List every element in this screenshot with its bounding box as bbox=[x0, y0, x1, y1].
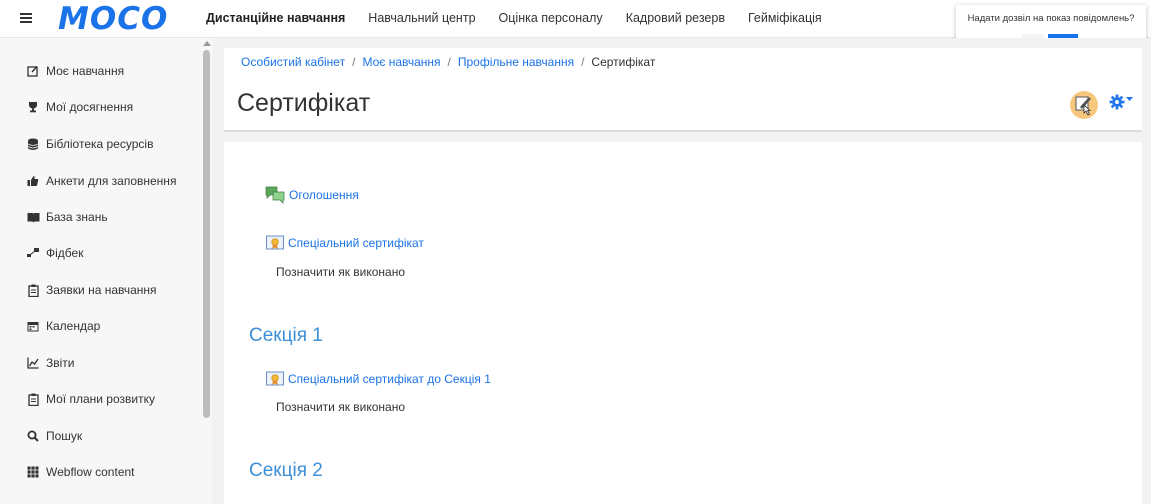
breadcrumb-separator: / bbox=[447, 55, 451, 69]
topmenu-staff-assessment[interactable]: Оцінка персоналу bbox=[499, 11, 603, 25]
sidebar-item-label: Анкети для заповнення bbox=[46, 174, 177, 188]
sidebar-item-feedback[interactable]: Фідбек bbox=[26, 246, 83, 260]
certificate-icon bbox=[266, 371, 284, 386]
sidebar-item-label: Фідбек bbox=[46, 246, 84, 260]
breadcrumb-profile-training[interactable]: Профільне навчання bbox=[458, 55, 574, 69]
caret-down-icon bbox=[1126, 96, 1133, 101]
sidebar-item-development-plans[interactable]: Мої плани розвитку bbox=[26, 392, 155, 406]
breadcrumb-my-learning[interactable]: Моє навчання bbox=[362, 55, 440, 69]
sidebar-item-label: Мої досягнення bbox=[46, 100, 134, 114]
sidebar-item-label: Звіти bbox=[46, 356, 75, 370]
thumbs-up-icon bbox=[26, 175, 40, 187]
announcements-link[interactable]: Оголошення bbox=[289, 188, 359, 202]
sidebar-item-webflow-content[interactable]: Webflow content bbox=[26, 465, 135, 479]
sidebar-item-calendar[interactable]: Календар bbox=[26, 319, 100, 333]
sidebar-item-reports[interactable]: Звіти bbox=[26, 356, 75, 370]
top-menu: Дистанційне навчання Навчальний центр Оц… bbox=[206, 11, 845, 25]
hamburger-menu-icon[interactable] bbox=[20, 13, 32, 23]
activity-special-certificate: Спеціальний сертифікат bbox=[266, 235, 424, 251]
breadcrumb-personal-cabinet[interactable]: Особистий кабінет bbox=[241, 55, 345, 69]
logo[interactable]: MOCO bbox=[58, 1, 182, 37]
pencil-icon bbox=[1075, 96, 1092, 116]
sidebar-scrollbar[interactable] bbox=[203, 50, 210, 418]
calendar-icon bbox=[26, 320, 40, 332]
breadcrumb-current: Сертифікат bbox=[591, 55, 656, 69]
sidebar: Моє навчання Мої досягнення Бібліотека р… bbox=[0, 38, 212, 504]
section-1-title[interactable]: Секція 1 bbox=[249, 325, 323, 347]
course-content: Оголошення Спеціальний сертифікат Познач… bbox=[224, 142, 1142, 504]
settings-menu-button[interactable] bbox=[1109, 94, 1133, 110]
scroll-up-arrow-icon[interactable] bbox=[203, 41, 211, 46]
sidebar-item-label: Календар bbox=[46, 319, 101, 333]
sidebar-item-label: Заявки на навчання bbox=[46, 283, 157, 297]
trophy-icon bbox=[26, 101, 40, 113]
forum-icon bbox=[265, 186, 285, 204]
page-title: Сертифікат bbox=[237, 89, 371, 117]
special-certificate-section-1-link[interactable]: Спеціальний сертифікат до Секція 1 bbox=[288, 372, 491, 386]
clipboard-icon bbox=[26, 284, 40, 297]
book-icon bbox=[26, 211, 40, 223]
sidebar-item-search[interactable]: Пошук bbox=[26, 429, 82, 443]
sidebar-item-knowledge-base[interactable]: База знань bbox=[26, 210, 108, 224]
breadcrumb-separator: / bbox=[581, 55, 585, 69]
sidebar-item-label: Webflow content bbox=[46, 465, 135, 479]
topmenu-distance-learning[interactable]: Дистанційне навчання bbox=[206, 11, 345, 25]
sidebar-item-label: База знань bbox=[46, 210, 108, 224]
sidebar-item-resource-library[interactable]: Бібліотека ресурсів bbox=[26, 137, 153, 151]
topmenu-gamification[interactable]: Гейміфікація bbox=[748, 11, 822, 25]
topmenu-talent-pool[interactable]: Кадровий резерв bbox=[626, 11, 725, 25]
certificate-icon bbox=[266, 235, 284, 250]
activity-announcements: Оголошення bbox=[265, 186, 359, 204]
sidebar-item-label: Пошук bbox=[46, 429, 83, 443]
search-icon bbox=[26, 430, 40, 442]
clipboard-icon bbox=[26, 393, 40, 406]
page-header: Особистий кабінет / Моє навчання / Профі… bbox=[224, 48, 1142, 132]
special-certificate-link[interactable]: Спеціальний сертифікат bbox=[288, 236, 424, 250]
breadcrumb-separator: / bbox=[352, 55, 356, 69]
sidebar-item-label: Бібліотека ресурсів bbox=[46, 137, 154, 151]
logo-text: MOCO bbox=[58, 1, 169, 37]
gear-icon bbox=[1109, 94, 1125, 110]
section-2-title[interactable]: Секція 2 bbox=[249, 460, 323, 482]
sidebar-item-my-learning[interactable]: Моє навчання bbox=[26, 64, 124, 78]
mark-as-done-button[interactable]: Позначити як виконано bbox=[276, 265, 405, 279]
database-icon bbox=[26, 138, 40, 150]
edit-mode-button[interactable] bbox=[1070, 91, 1098, 119]
feedback-icon bbox=[26, 247, 40, 259]
sidebar-item-label: Моє навчання bbox=[46, 64, 125, 78]
grid-icon bbox=[26, 466, 40, 478]
topmenu-training-center[interactable]: Навчальний центр bbox=[368, 11, 475, 25]
sidebar-item-achievements[interactable]: Мої досягнення bbox=[26, 100, 133, 114]
notification-question: Надати дозвіл на показ повідомлень? bbox=[967, 13, 1135, 24]
main-region: Особистий кабінет / Моє навчання / Профі… bbox=[212, 38, 1151, 504]
chart-icon bbox=[26, 357, 40, 369]
sidebar-item-label: Мої плани розвитку bbox=[46, 392, 155, 406]
activity-special-certificate-section-1: Спеціальний сертифікат до Секція 1 bbox=[266, 371, 491, 387]
edit-box-icon bbox=[26, 65, 40, 77]
mark-as-done-button[interactable]: Позначити як виконано bbox=[276, 400, 405, 414]
sidebar-item-surveys[interactable]: Анкети для заповнення bbox=[26, 174, 176, 188]
breadcrumb: Особистий кабінет / Моє навчання / Профі… bbox=[241, 55, 655, 69]
sidebar-item-training-requests[interactable]: Заявки на навчання bbox=[26, 283, 157, 297]
